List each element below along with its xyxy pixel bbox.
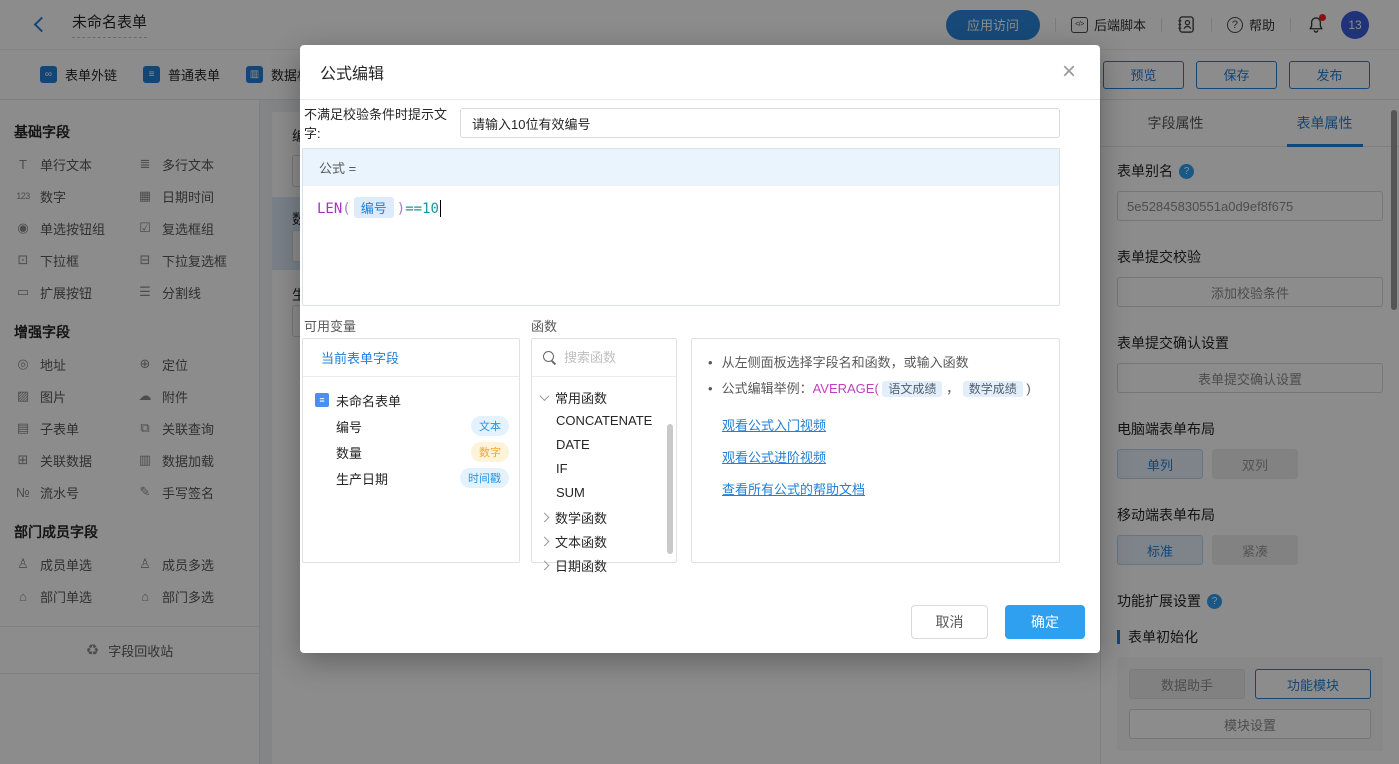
field-type-badge: 数字 [471,442,509,462]
formula-field-chip[interactable]: 编号 [354,197,394,218]
modal-title: 公式编辑 [320,60,384,84]
tip-text-label: 不满足校验条件时提示文字: [304,104,460,142]
chevron-down-icon [540,391,550,401]
group-label: 文本函数 [555,532,607,551]
field-name: 编号 [336,417,362,436]
close-icon[interactable]: × [1062,60,1076,84]
formula-edit-modal: 公式编辑 × 不满足校验条件时提示文字: 公式 = LEN(编号)==10 可用… [300,45,1100,653]
example-comma: ， [946,381,959,396]
variable-field-quantity[interactable]: 数量 数字 [315,439,509,465]
function-group-text[interactable]: 文本函数 [541,529,676,553]
function-group-common[interactable]: 常用函数 [541,385,676,409]
group-label: 日期函数 [555,556,607,575]
fn-item-concatenate[interactable]: CONCATENATE [541,409,676,433]
function-search-row [532,339,676,377]
function-group-date[interactable]: 日期函数 [541,553,676,577]
help-box: • 从左侧面板选择字段名和函数，或输入函数 • 公式编辑举例：AVERAGE( … [691,338,1060,563]
tree-form-name: 未命名表单 [336,391,401,410]
formula-editor[interactable]: LEN(编号)==10 [303,186,1059,305]
variable-field-date[interactable]: 生产日期 时间戳 [315,465,509,491]
confirm-button[interactable]: 确定 [1005,605,1085,639]
variables-box: 当前表单字段 ≡ 未命名表单 编号 文本 数量 数字 生产日期 时间戳 [302,338,520,563]
fn-item-sum[interactable]: SUM [541,481,676,505]
tree-root-form[interactable]: ≡ 未命名表单 [315,387,509,413]
help-tip-text: 从左侧面板选择字段名和函数，或输入函数 [722,350,969,376]
example-chip-chinese: 语文成绩 [882,381,942,397]
search-icon [543,351,556,364]
function-group-math[interactable]: 数学函数 [541,505,676,529]
tip-text-input[interactable] [460,108,1060,138]
help-tip-1: • 从左侧面板选择字段名和函数，或输入函数 [708,350,1043,376]
example-suffix: ) [1026,381,1030,396]
fn-item-if[interactable]: IF [541,457,676,481]
field-type-badge: 时间戳 [460,468,509,488]
example-prefix: 公式编辑举例： [722,381,813,396]
link-help-docs[interactable]: 查看所有公式的帮助文档 [722,479,1043,498]
field-name: 数量 [336,443,362,462]
group-label: 数学函数 [555,508,607,527]
variable-field-number[interactable]: 编号 文本 [315,413,509,439]
modal-header: 公式编辑 × [300,45,1100,100]
form-doc-icon: ≡ [315,393,329,407]
function-tree: 常用函数 CONCATENATE DATE IF SUM 数学函数 文本函数 日… [532,377,676,577]
text-cursor [440,200,442,217]
link-intro-video[interactable]: 观看公式入门视频 [722,415,1043,434]
cancel-button[interactable]: 取消 [911,605,988,639]
bullet-icon: • [708,376,713,402]
current-form-fields-tab[interactable]: 当前表单字段 [303,339,519,377]
function-list-scrollbar[interactable] [667,424,673,554]
help-body: • 从左侧面板选择字段名和函数，或输入函数 • 公式编辑举例：AVERAGE( … [692,339,1059,509]
fn-item-date[interactable]: DATE [541,433,676,457]
formula-close-paren: ) [397,201,405,217]
variables-tree: ≡ 未命名表单 编号 文本 数量 数字 生产日期 时间戳 [303,377,519,491]
chevron-right-icon [540,536,550,546]
formula-block: 公式 = LEN(编号)==10 [302,148,1060,306]
group-label: 常用函数 [555,388,607,407]
example-chip-math: 数学成绩 [963,381,1023,397]
variables-panel-label: 可用变量 [304,316,356,335]
bullet-icon: • [708,350,713,376]
field-type-badge: 文本 [471,416,509,436]
function-search-input[interactable] [564,350,654,365]
functions-panel-label: 函数 [531,316,557,335]
functions-box: 常用函数 CONCATENATE DATE IF SUM 数学函数 文本函数 日… [531,338,677,563]
help-links: 观看公式入门视频 观看公式进阶视频 查看所有公式的帮助文档 [708,415,1043,498]
tip-text-row: 不满足校验条件时提示文字: [304,108,1060,138]
formula-operator-token: ==10 [405,201,439,217]
formula-open-paren: ( [342,201,350,217]
example-function: AVERAGE( [813,381,879,396]
formula-header: 公式 = [303,149,1059,186]
chevron-right-icon [540,560,550,570]
help-tip-2: • 公式编辑举例：AVERAGE( 语文成绩 ， 数学成绩 ) [708,376,1043,402]
formula-function-token: LEN [317,201,342,217]
link-advanced-video[interactable]: 观看公式进阶视频 [722,447,1043,466]
field-name: 生产日期 [336,469,388,488]
help-example: 公式编辑举例：AVERAGE( 语文成绩 ， 数学成绩 ) [722,376,1031,402]
chevron-right-icon [540,512,550,522]
